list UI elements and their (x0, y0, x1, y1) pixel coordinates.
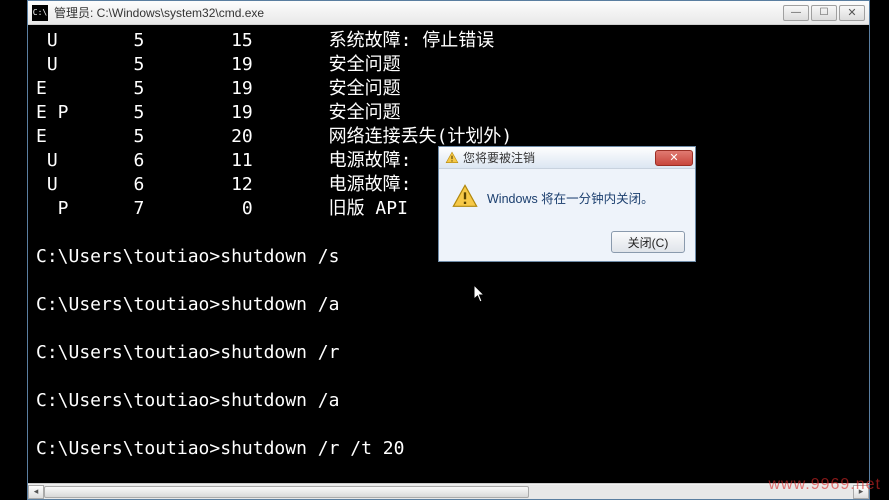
window-controls: — ☐ ✕ (783, 5, 865, 21)
dialog-close-button[interactable]: ✕ (655, 150, 693, 166)
warning-small-icon (445, 151, 459, 165)
dialog-title: 您将要被注销 (463, 149, 655, 166)
maximize-button[interactable]: ☐ (811, 5, 837, 21)
dialog-titlebar: 您将要被注销 ✕ (439, 147, 695, 169)
close-button[interactable]: ✕ (839, 5, 865, 21)
warning-icon (451, 183, 479, 211)
titlebar: C:\ 管理员: C:\Windows\system32\cmd.exe — ☐… (28, 1, 869, 25)
dialog-close-action-button[interactable]: 关闭(C) (611, 231, 685, 253)
scroll-thumb[interactable] (44, 486, 529, 498)
cmd-icon: C:\ (32, 5, 48, 21)
scroll-right-arrow[interactable]: ▸ (853, 485, 869, 499)
dialog-footer: 关闭(C) (439, 225, 695, 261)
window-title: 管理员: C:\Windows\system32\cmd.exe (54, 4, 783, 21)
shutdown-dialog: 您将要被注销 ✕ Windows 将在一分钟内关闭。 关闭(C) (438, 146, 696, 262)
minimize-button[interactable]: — (783, 5, 809, 21)
dialog-body: Windows 将在一分钟内关闭。 (439, 169, 695, 225)
scroll-left-arrow[interactable]: ◂ (28, 485, 44, 499)
horizontal-scrollbar[interactable]: ◂ ▸ (28, 483, 869, 499)
scroll-track[interactable] (44, 485, 853, 499)
dialog-message: Windows 将在一分钟内关闭。 (487, 188, 654, 207)
